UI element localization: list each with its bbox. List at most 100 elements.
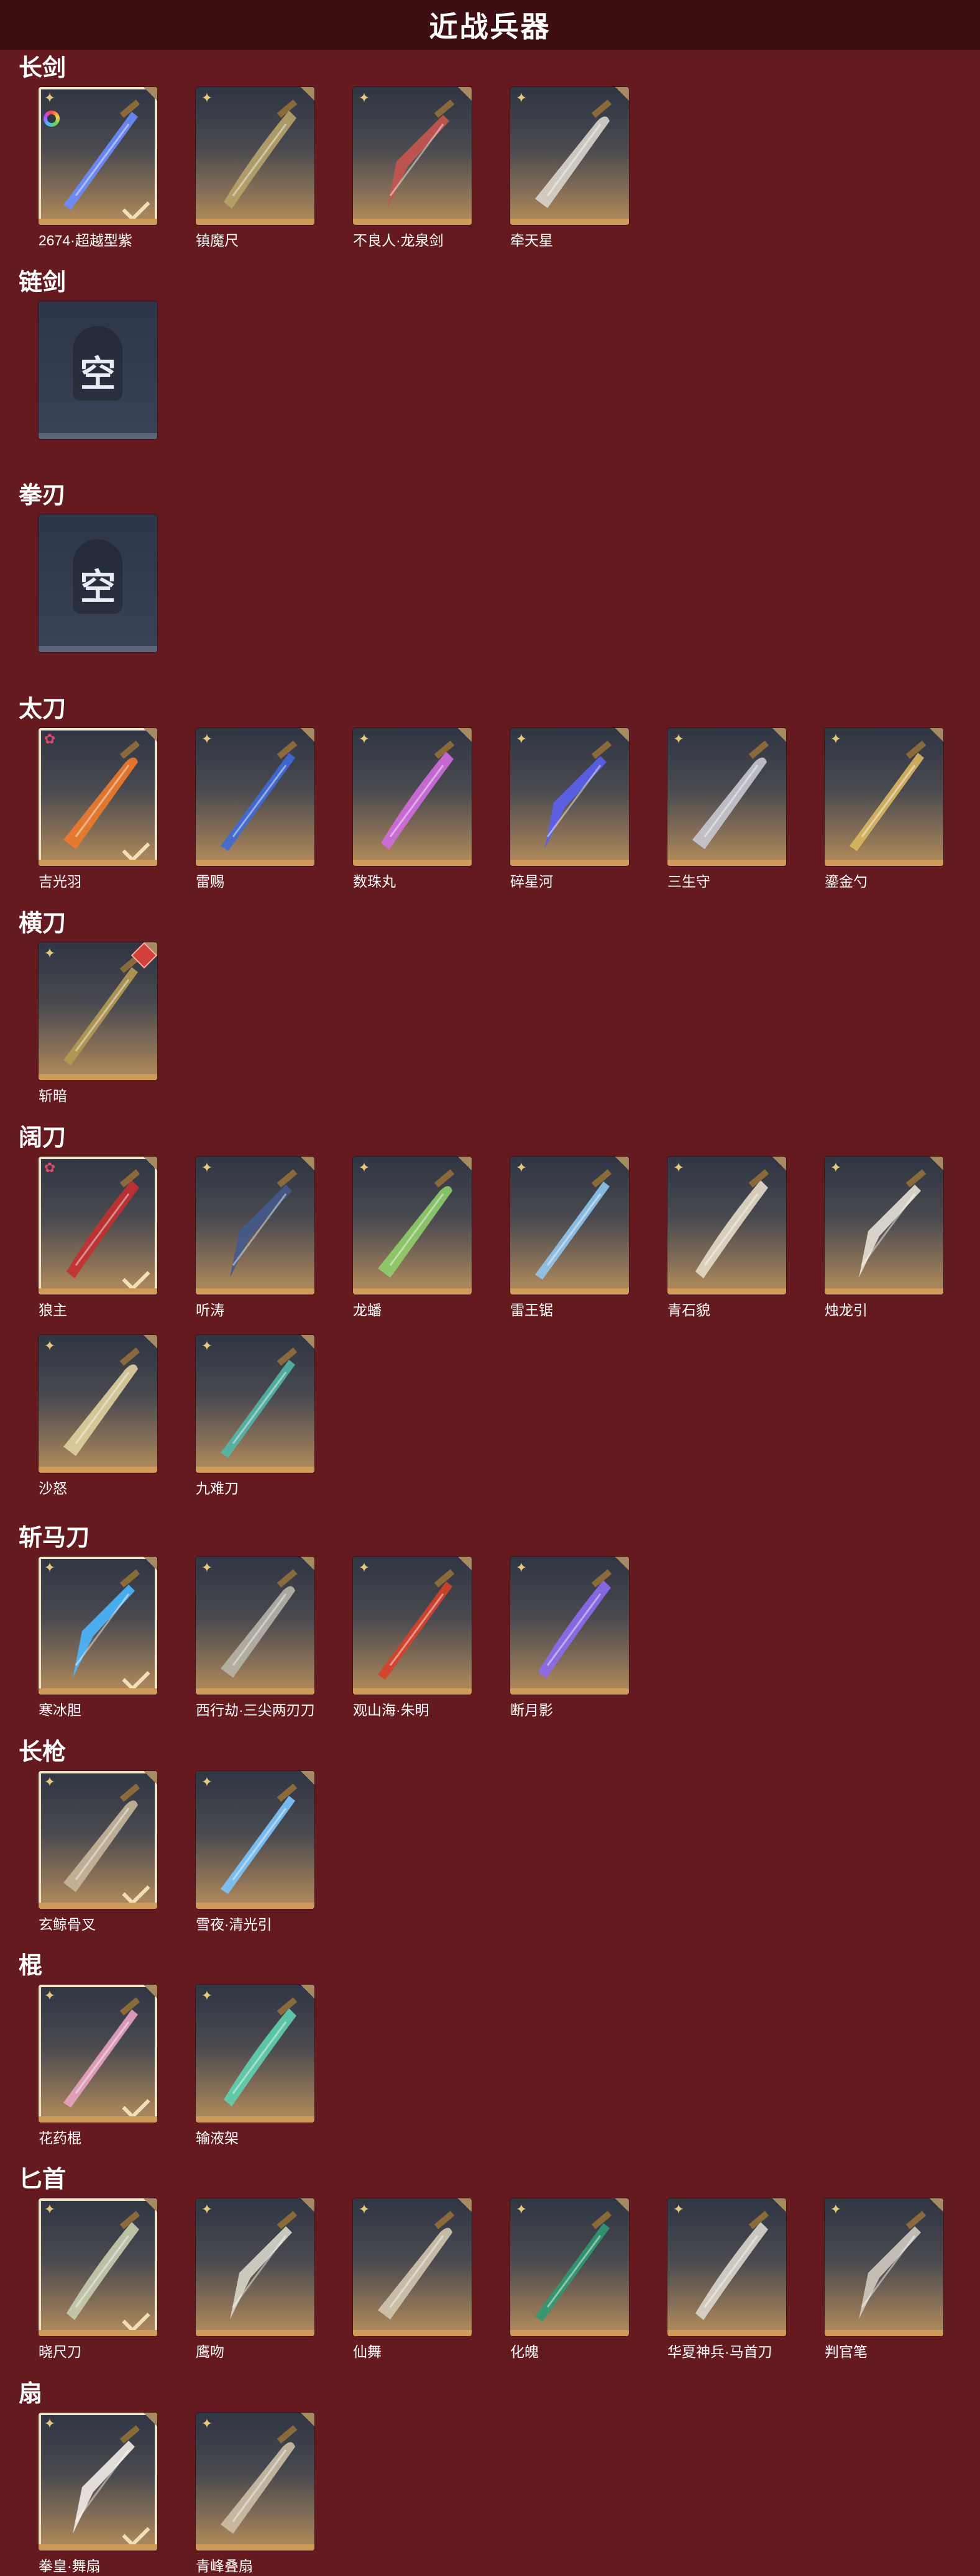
weapon-card[interactable]: ✦ bbox=[39, 2198, 157, 2336]
weapon-card[interactable]: ✦ bbox=[825, 1157, 943, 1295]
rarity-star-icon: ✦ bbox=[201, 1160, 213, 1175]
corner-tag-icon bbox=[144, 87, 157, 101]
weapon-card[interactable]: ✦ bbox=[353, 1557, 472, 1695]
weapon-name: 斩暗 bbox=[39, 1088, 67, 1104]
weapon-card[interactable]: ✿ bbox=[39, 1157, 157, 1295]
weapon-card[interactable]: ✦ bbox=[353, 2198, 472, 2336]
weapon-image bbox=[221, 1783, 298, 1894]
page-header: 近战兵器 bbox=[0, 0, 980, 50]
weapon-image bbox=[224, 99, 298, 209]
weapon-name: 沙怒 bbox=[39, 1480, 67, 1496]
weapon-name: 龙蟠 bbox=[353, 1302, 382, 1318]
weapon-card[interactable]: ✦ bbox=[196, 728, 314, 866]
weapon-card[interactable]: ✦ bbox=[667, 1157, 786, 1295]
weapon-card[interactable]: ✦ bbox=[353, 728, 472, 866]
empty-slot-label: 空 bbox=[80, 567, 116, 608]
rarity-star-icon: ✦ bbox=[44, 1774, 56, 1790]
weapon-image bbox=[544, 740, 612, 849]
weapon-image bbox=[221, 1347, 298, 1458]
section-title: 匕首 bbox=[19, 2167, 66, 2193]
weapon-card[interactable]: ✦ bbox=[39, 1335, 157, 1473]
section-title: 拳刃 bbox=[19, 483, 66, 509]
weapon-card[interactable]: ✦ bbox=[510, 87, 629, 225]
weapon-name: 三生守 bbox=[667, 873, 710, 890]
corner-tag-icon bbox=[930, 728, 943, 742]
weapon-name: 花药棍 bbox=[39, 2130, 81, 2146]
rarity-star-icon: ✦ bbox=[201, 90, 213, 106]
weapon-card[interactable]: ✦ bbox=[825, 2198, 943, 2336]
weapon-name: 断月影 bbox=[510, 1702, 553, 1718]
weapon-card[interactable]: ✦ bbox=[196, 1771, 314, 1909]
weapon-card[interactable]: ✿ bbox=[39, 728, 157, 866]
weapon-name: 雷赐 bbox=[196, 873, 224, 890]
rarity-star-icon: ✦ bbox=[201, 1338, 213, 1354]
weapon-image bbox=[695, 1169, 769, 1278]
weapon-image bbox=[695, 2211, 769, 2320]
corner-tag-icon bbox=[772, 1157, 786, 1170]
rarity-star-icon: ✦ bbox=[672, 1160, 685, 1175]
weapon-card[interactable]: ✦ bbox=[39, 1985, 157, 2123]
rarity-star-icon: ✦ bbox=[44, 2201, 56, 2217]
weapon-image bbox=[538, 1569, 612, 1678]
rarity-star-icon: ✦ bbox=[201, 2416, 213, 2431]
weapon-card[interactable]: ✦ bbox=[196, 87, 314, 225]
weapon-card[interactable]: ✦ bbox=[196, 2198, 314, 2336]
corner-tag-icon bbox=[301, 1157, 314, 1170]
rarity-star-icon: ✦ bbox=[515, 1560, 528, 1575]
weapon-card[interactable]: ✦ bbox=[510, 2198, 629, 2336]
section-title: 横刀 bbox=[19, 911, 66, 937]
weapon-name: 青石貌 bbox=[667, 1302, 710, 1318]
weapon-card[interactable]: ✦ bbox=[510, 1557, 629, 1695]
rarity-star-icon: ✦ bbox=[201, 731, 213, 747]
empty-weapon-slot[interactable]: 空 bbox=[39, 301, 157, 439]
corner-tag-icon bbox=[458, 87, 472, 101]
corner-tag-icon bbox=[458, 728, 472, 742]
weapon-image bbox=[378, 1169, 455, 1278]
corner-tag-icon bbox=[458, 1157, 472, 1170]
empty-weapon-slot[interactable]: 空 bbox=[39, 514, 157, 652]
weapon-name: 输液架 bbox=[196, 2130, 239, 2146]
weapon-card[interactable]: ✦ bbox=[667, 2198, 786, 2336]
weapon-name: 观山海·朱明 bbox=[353, 1702, 429, 1718]
corner-tag-icon bbox=[144, 728, 157, 742]
corner-tag-icon bbox=[144, 2413, 157, 2426]
weapon-card[interactable]: ✦ bbox=[39, 1557, 157, 1695]
corner-tag-icon bbox=[301, 2413, 314, 2426]
weapon-card[interactable]: ✦ bbox=[667, 728, 786, 866]
weapon-image bbox=[224, 1997, 298, 2106]
corner-tag-icon bbox=[301, 1335, 314, 1349]
weapon-card[interactable]: ✦ bbox=[196, 1557, 314, 1695]
weapon-name: 镇魔尺 bbox=[196, 232, 239, 248]
weapon-card[interactable]: ✦ bbox=[510, 728, 629, 866]
weapon-name: 化魄 bbox=[510, 2344, 539, 2360]
rarity-star-icon: ✦ bbox=[830, 1160, 842, 1175]
weapon-card[interactable]: ✦ bbox=[510, 1157, 629, 1295]
weapon-name: 狼主 bbox=[39, 1302, 67, 1318]
corner-tag-icon bbox=[615, 1157, 629, 1170]
rarity-star-icon: ✦ bbox=[201, 1560, 213, 1575]
weapon-name: 华夏神兵·马首刀 bbox=[667, 2344, 772, 2360]
weapon-card[interactable]: ✦ bbox=[825, 728, 943, 866]
rarity-star-icon: ✦ bbox=[358, 2201, 370, 2217]
weapon-card[interactable]: ✦ bbox=[39, 87, 157, 225]
rarity-star-icon: ✦ bbox=[201, 1988, 213, 2003]
weapon-card[interactable]: ✦ bbox=[39, 2413, 157, 2551]
weapon-card[interactable]: ✦ bbox=[353, 87, 472, 225]
weapon-card[interactable]: ✦ bbox=[196, 1157, 314, 1295]
weapon-card[interactable]: ✦ bbox=[353, 1157, 472, 1295]
weapon-name: 雪夜·清光引 bbox=[196, 1916, 272, 1932]
weapon-card[interactable]: ✦ bbox=[196, 1335, 314, 1473]
weapon-card[interactable]: ✦ bbox=[196, 2413, 314, 2551]
corner-tag-icon bbox=[615, 728, 629, 742]
weapon-image bbox=[230, 2211, 298, 2319]
rarity-star-icon: ✦ bbox=[672, 2201, 685, 2217]
weapon-card[interactable]: ✦ bbox=[39, 942, 157, 1080]
weapon-name: 拳皇·舞扇 bbox=[39, 2558, 101, 2574]
weapon-card[interactable]: ✦ bbox=[39, 1771, 157, 1909]
section-title: 太刀 bbox=[19, 696, 66, 722]
weapon-image bbox=[221, 1569, 298, 1678]
corner-tag-icon bbox=[301, 1771, 314, 1785]
section-title: 阔刀 bbox=[19, 1125, 66, 1151]
weapon-card[interactable]: ✦ bbox=[196, 1985, 314, 2123]
corner-tag-icon bbox=[144, 1335, 157, 1349]
